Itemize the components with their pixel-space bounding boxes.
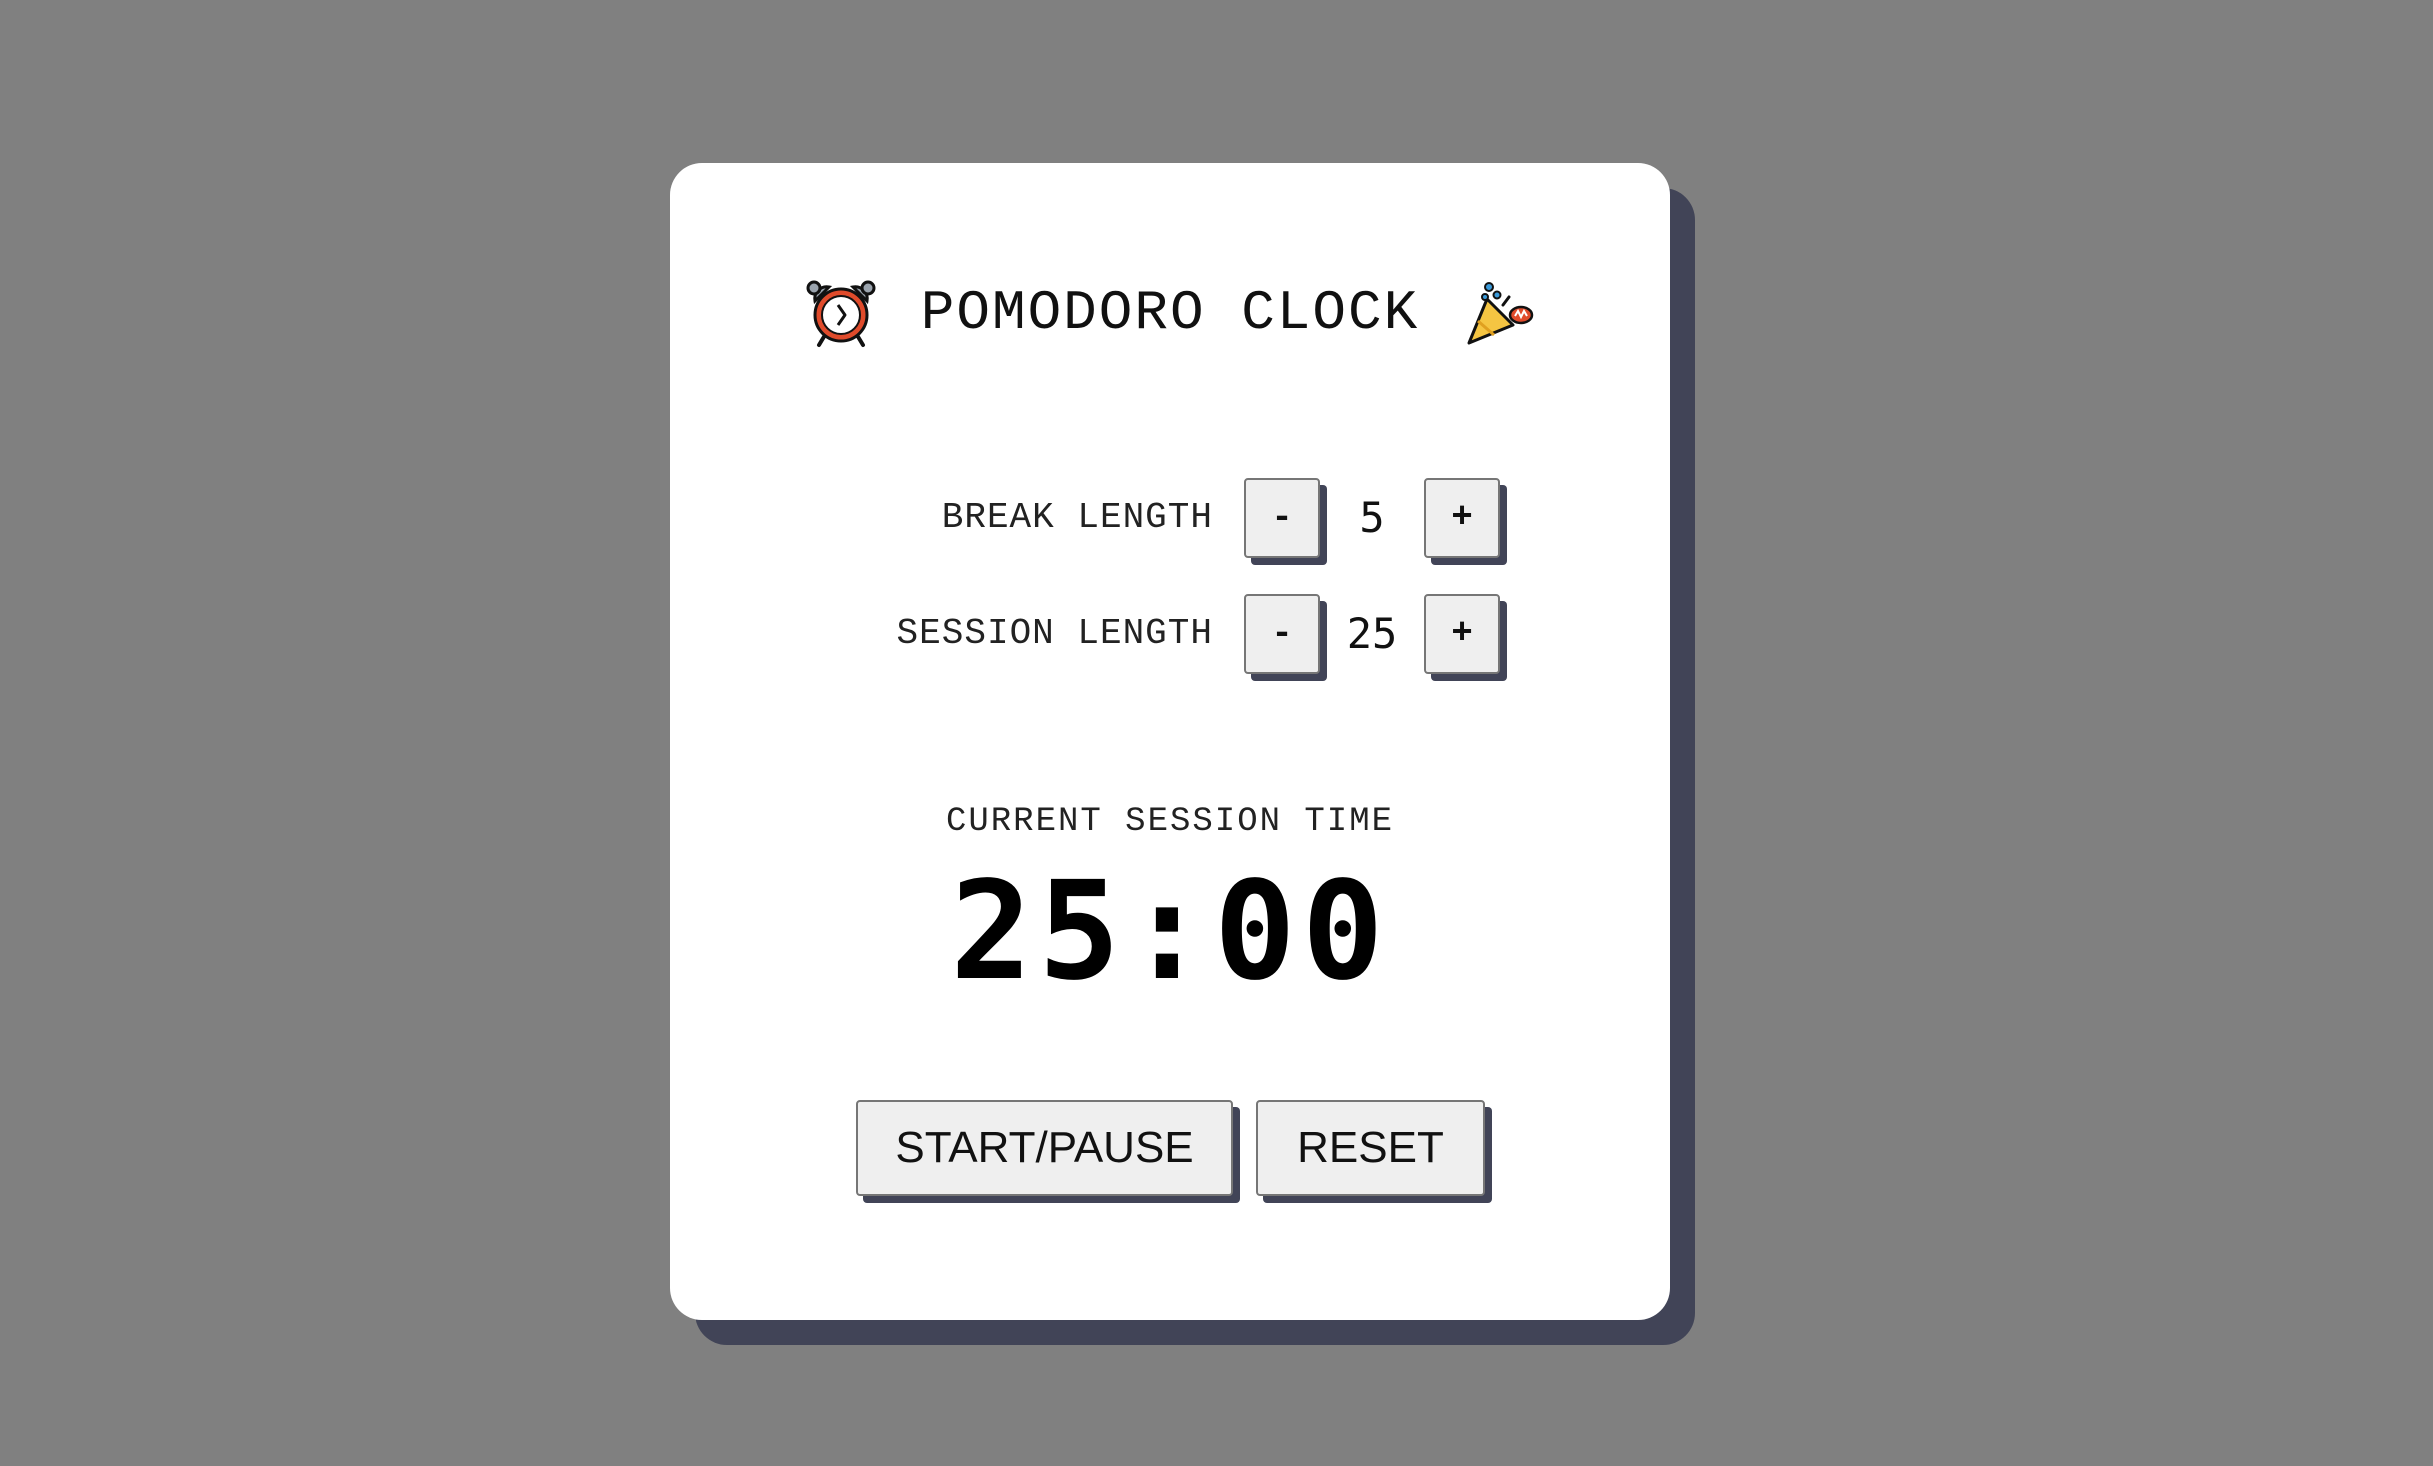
session-length-label: SESSION LENGTH xyxy=(896,613,1213,654)
party-popper-icon xyxy=(1463,277,1535,349)
session-increment-button[interactable]: + xyxy=(1424,594,1500,674)
session-length-value: 25 xyxy=(1346,609,1398,658)
session-decrement-button[interactable]: - xyxy=(1244,594,1320,674)
start-pause-button[interactable]: START/PAUSE xyxy=(856,1100,1233,1196)
header: POMODORO CLOCK xyxy=(670,273,1670,353)
break-increment-button[interactable]: + xyxy=(1424,478,1500,558)
break-decrement-button[interactable]: - xyxy=(1244,478,1320,558)
break-length-value: 5 xyxy=(1359,493,1385,542)
break-length-label: BREAK LENGTH xyxy=(941,497,1213,538)
reset-button[interactable]: RESET xyxy=(1256,1100,1485,1196)
session-length-row: SESSION LENGTH - 25 + xyxy=(670,592,1670,676)
break-length-row: BREAK LENGTH - 5 + xyxy=(670,476,1670,560)
page-title: POMODORO CLOCK xyxy=(920,281,1420,345)
pomodoro-card: POMODORO CLOCK BREAK LENGTH - 5 + SESSIO… xyxy=(670,163,1670,1320)
timer-display: 25:00 xyxy=(950,853,1390,1011)
alarm-clock-icon xyxy=(805,277,877,349)
current-session-caption: CURRENT SESSION TIME xyxy=(945,803,1395,841)
